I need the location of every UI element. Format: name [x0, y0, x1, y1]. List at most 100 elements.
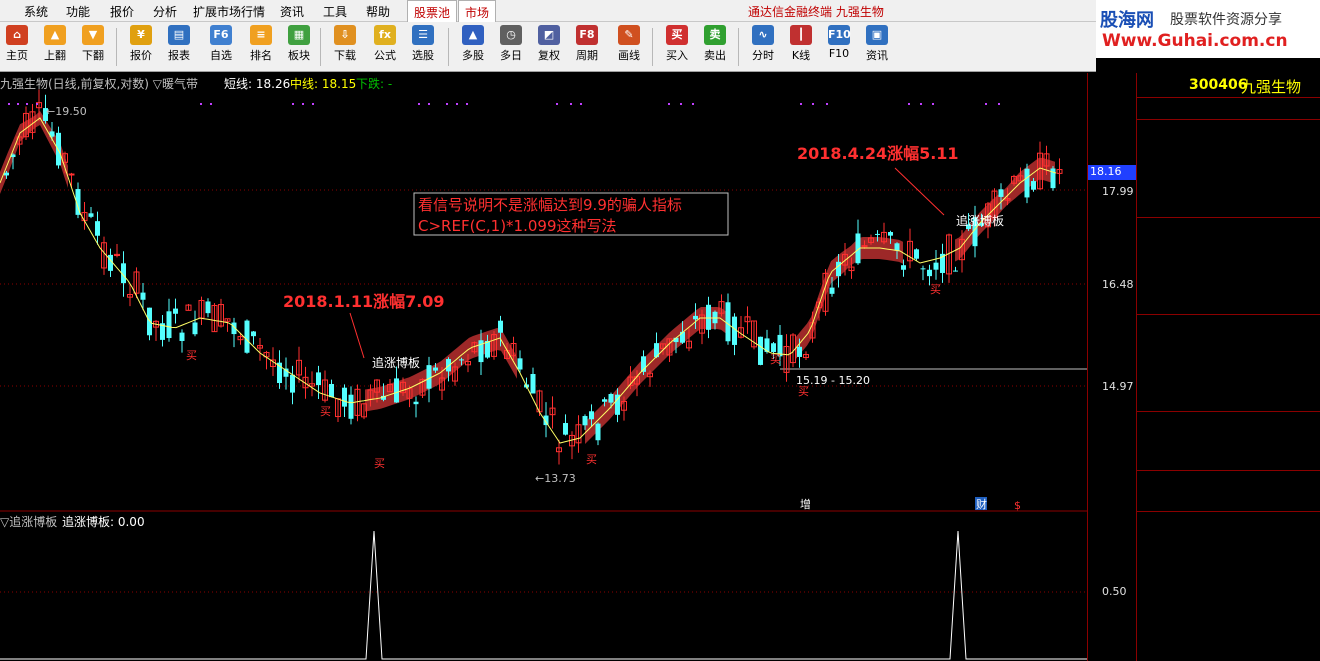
report-icon: ▤ — [168, 25, 190, 45]
signal-dot — [446, 103, 448, 105]
candle-body — [914, 249, 919, 259]
formula-icon: fx — [374, 25, 396, 45]
stat-row — [1137, 413, 1320, 432]
restore-icon: ◩ — [538, 25, 560, 45]
sell-level-row — [1137, 178, 1320, 197]
candle-body — [901, 265, 906, 270]
candle-body — [316, 372, 321, 386]
toolbar-button-11[interactable]: ▲ 多股 — [456, 24, 490, 70]
annotation-arrow — [349, 312, 365, 359]
toolbar-label: F10 — [828, 47, 850, 60]
candle-body — [4, 172, 9, 176]
intraday-icon: ∿ — [752, 25, 774, 45]
toolbar-button-6[interactable]: ≡ 排名 — [244, 24, 278, 70]
stat-row — [1137, 373, 1320, 392]
buy-level-row — [1137, 219, 1320, 238]
candle-body — [608, 394, 614, 403]
menu-tools[interactable]: 工具 — [323, 3, 347, 20]
toolbar-label: 报表 — [168, 49, 190, 62]
menu-help[interactable]: 帮助 — [366, 3, 390, 20]
toolbar-button-17[interactable]: 卖卖出 — [698, 24, 732, 70]
candle-body — [771, 343, 776, 353]
candle-body — [582, 416, 588, 426]
home-icon: ⌂ — [6, 25, 28, 45]
toolbar-button-0[interactable]: ⌂ 主页 — [0, 24, 34, 70]
ma-down-value: 下跌: - — [356, 77, 393, 91]
candle-body — [498, 320, 503, 333]
multi-stock-icon: ▲ — [462, 25, 484, 45]
candle-body — [875, 233, 880, 235]
menu-system[interactable]: 系统 — [24, 3, 48, 20]
weibi-row — [1137, 100, 1320, 119]
menu-analysis[interactable]: 分析 — [153, 3, 177, 20]
toolbar-label: K线 — [791, 49, 811, 62]
toolbar-button-12[interactable]: ◷ 多日 — [494, 24, 528, 70]
sell-level-row — [1137, 140, 1320, 159]
candle-body — [56, 132, 61, 166]
toolbar-button-14[interactable]: F8 周期 — [570, 24, 604, 70]
axis-tick: 17.99 — [1102, 185, 1134, 198]
download-icon: ⇩ — [334, 25, 356, 45]
toolbar-button-18[interactable]: ∿ 分时 — [746, 24, 780, 70]
candle-body — [797, 346, 802, 357]
toolbar-button-16[interactable]: 买买入 — [660, 24, 694, 70]
event-marker-zeng: 增 — [800, 497, 811, 511]
quote-panel: 300406 九强生物 — [1136, 73, 1320, 661]
candle-body — [530, 374, 536, 394]
buy-signal-label: 买 — [930, 283, 941, 296]
menu-function[interactable]: 功能 — [66, 3, 90, 20]
signal-dot — [826, 103, 828, 105]
logo-sub-text: 股票软件资源分享 — [1170, 12, 1282, 28]
menu-extended-market[interactable]: 扩展市场行情 — [193, 3, 265, 20]
toolbar-button-21[interactable]: ▣ 资讯 — [860, 24, 894, 70]
signal-dot — [998, 103, 1000, 105]
signal-dot — [812, 103, 814, 105]
tab-stock-pool[interactable]: 股票池 — [407, 0, 458, 22]
tick-row — [1137, 569, 1320, 587]
buy-signal-label: 买 — [798, 385, 809, 398]
toolbar-button-19[interactable]: ┃ K线 — [784, 24, 818, 70]
tab-market[interactable]: 市场 — [458, 0, 497, 22]
toolbar-button-1[interactable]: ▲ 上翻 — [38, 24, 72, 70]
toolbar-label: 板块 — [288, 49, 310, 62]
tick-row — [1137, 606, 1320, 624]
toolbar-label: 买入 — [666, 49, 688, 62]
price-axis: 18.16 17.99 16.48 14.97 0.50 — [1087, 73, 1136, 661]
menu-news[interactable]: 资讯 — [280, 3, 304, 20]
candle-body — [563, 423, 568, 435]
signal-dot — [466, 103, 468, 105]
candle-body — [998, 189, 1004, 197]
toolbar-button-10[interactable]: ☰ 选股 — [406, 24, 440, 70]
toolbar-button-3[interactable]: ¥ 报价 — [124, 24, 158, 70]
toolbar-button-13[interactable]: ◩ 复权 — [532, 24, 566, 70]
blocks-icon: ▦ — [288, 25, 310, 45]
menu-quote[interactable]: 报价 — [110, 3, 134, 20]
warm-band — [795, 237, 903, 360]
toolbar-button-8[interactable]: ⇩ 下载 — [328, 24, 362, 70]
sell-level-row — [1137, 197, 1320, 216]
toolbar-label: 复权 — [538, 49, 560, 62]
tick-row — [1137, 624, 1320, 642]
toolbar-button-5[interactable]: F6 自选 — [204, 24, 238, 70]
event-marker-cai: 财 — [976, 497, 987, 511]
toolbar-button-9[interactable]: fx 公式 — [368, 24, 402, 70]
signal-dot — [985, 103, 987, 105]
annotation-arrow — [894, 167, 945, 216]
toolbar-button-20[interactable]: F10 F10 — [822, 24, 856, 70]
panel-divider — [1137, 217, 1320, 218]
toolbar-button-15[interactable]: ✎ 画线 — [612, 24, 646, 70]
kline-chart[interactable]: ←19.50 ←13.73 15.19 - 15.20 2018.1.11涨幅7.09… — [0, 73, 1087, 661]
toolbar-label: 卖出 — [704, 49, 726, 62]
toolbar-label: 周期 — [576, 49, 598, 62]
ma-line — [0, 117, 1057, 444]
toolbar-separator — [320, 28, 321, 66]
toolbar-button-2[interactable]: ▼ 下翻 — [76, 24, 110, 70]
toolbar-button-7[interactable]: ▦ 板块 — [282, 24, 316, 70]
candle-body — [348, 394, 354, 419]
toolbar-button-4[interactable]: ▤ 报表 — [162, 24, 196, 70]
stat-row — [1137, 432, 1320, 451]
sub-indicator-title: ▽追涨博板 — [0, 515, 58, 529]
window-title: 通达信金融终端 九强生物 — [748, 5, 884, 19]
yen-icon: ¥ — [130, 25, 152, 45]
stat-row — [1137, 354, 1320, 373]
